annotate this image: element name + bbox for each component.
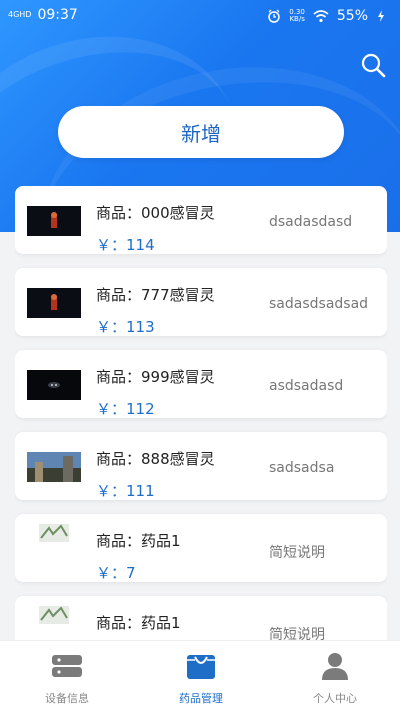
product-image (27, 288, 81, 318)
product-image (39, 524, 69, 542)
tab-medicine-management[interactable]: 药品管理 (151, 651, 251, 706)
tab-label: 药品管理 (179, 692, 223, 705)
network-indicator: 4GHD (8, 10, 32, 19)
add-button[interactable]: 新增 (58, 106, 344, 158)
product-card[interactable]: 商品：药品1 简短说明 (15, 596, 387, 640)
network-speed: 0.30 KB/s (289, 8, 305, 23)
product-name: 商品：药品1 (96, 532, 181, 550)
product-name: 商品：999感冒灵 (96, 368, 215, 386)
product-list: 商品：000感冒灵 ￥：114 dsadasdasd 商品：777感冒灵 ￥：1… (15, 186, 387, 640)
product-price: ￥：113 (96, 318, 155, 336)
product-card[interactable]: 商品：888感冒灵 ￥：111 sadsadsa (15, 432, 387, 500)
person-icon (322, 653, 348, 680)
product-name: 商品：药品1 (96, 614, 181, 632)
status-bar: 4GHD 09:37 0.30 KB/s 55% (0, 0, 400, 32)
battery-icon (378, 10, 384, 22)
product-image (27, 370, 81, 400)
product-description: 简短说明 (269, 627, 325, 640)
product-image (39, 606, 69, 624)
search-icon (361, 53, 386, 78)
product-price: ￥：114 (96, 236, 155, 254)
product-card[interactable]: 商品：000感冒灵 ￥：114 dsadasdasd (15, 186, 387, 254)
tab-label: 设备信息 (45, 692, 89, 705)
clock: 09:37 (37, 7, 78, 23)
product-price: ￥：111 (96, 482, 155, 500)
product-card[interactable]: 商品：药品1 ￥：7 简短说明 (15, 514, 387, 582)
product-card[interactable]: 商品：999感冒灵 ￥：112 asdsadasd (15, 350, 387, 418)
product-card[interactable]: 商品：777感冒灵 ￥：113 sadasdsadsad (15, 268, 387, 336)
product-description: 简短说明 (269, 545, 325, 561)
product-description: asdsadasd (269, 378, 344, 394)
product-name: 商品：000感冒灵 (96, 204, 215, 222)
product-name: 商品：888感冒灵 (96, 450, 215, 468)
product-description: dsadasdasd (269, 214, 353, 230)
product-price: ￥：112 (96, 400, 155, 418)
product-image (27, 452, 81, 482)
product-price: ￥：7 (96, 564, 136, 582)
product-name: 商品：777感冒灵 (96, 286, 215, 304)
tab-device-info[interactable]: 设备信息 (17, 651, 117, 706)
tab-personal-center[interactable]: 个人中心 (285, 651, 385, 706)
product-image (27, 206, 81, 236)
product-description: sadsadsa (269, 460, 335, 476)
device-icon (52, 655, 82, 677)
bottom-tab-bar: 设备信息 药品管理 个人中心 (0, 640, 400, 711)
search-button[interactable] (360, 52, 386, 78)
wifi-icon (313, 9, 329, 22)
alarm-icon (268, 9, 281, 23)
tab-label: 个人中心 (313, 692, 357, 705)
battery-percent: 55% (336, 8, 368, 24)
medicine-bag-icon (187, 655, 215, 679)
product-description: sadasdsadsad (269, 296, 369, 312)
